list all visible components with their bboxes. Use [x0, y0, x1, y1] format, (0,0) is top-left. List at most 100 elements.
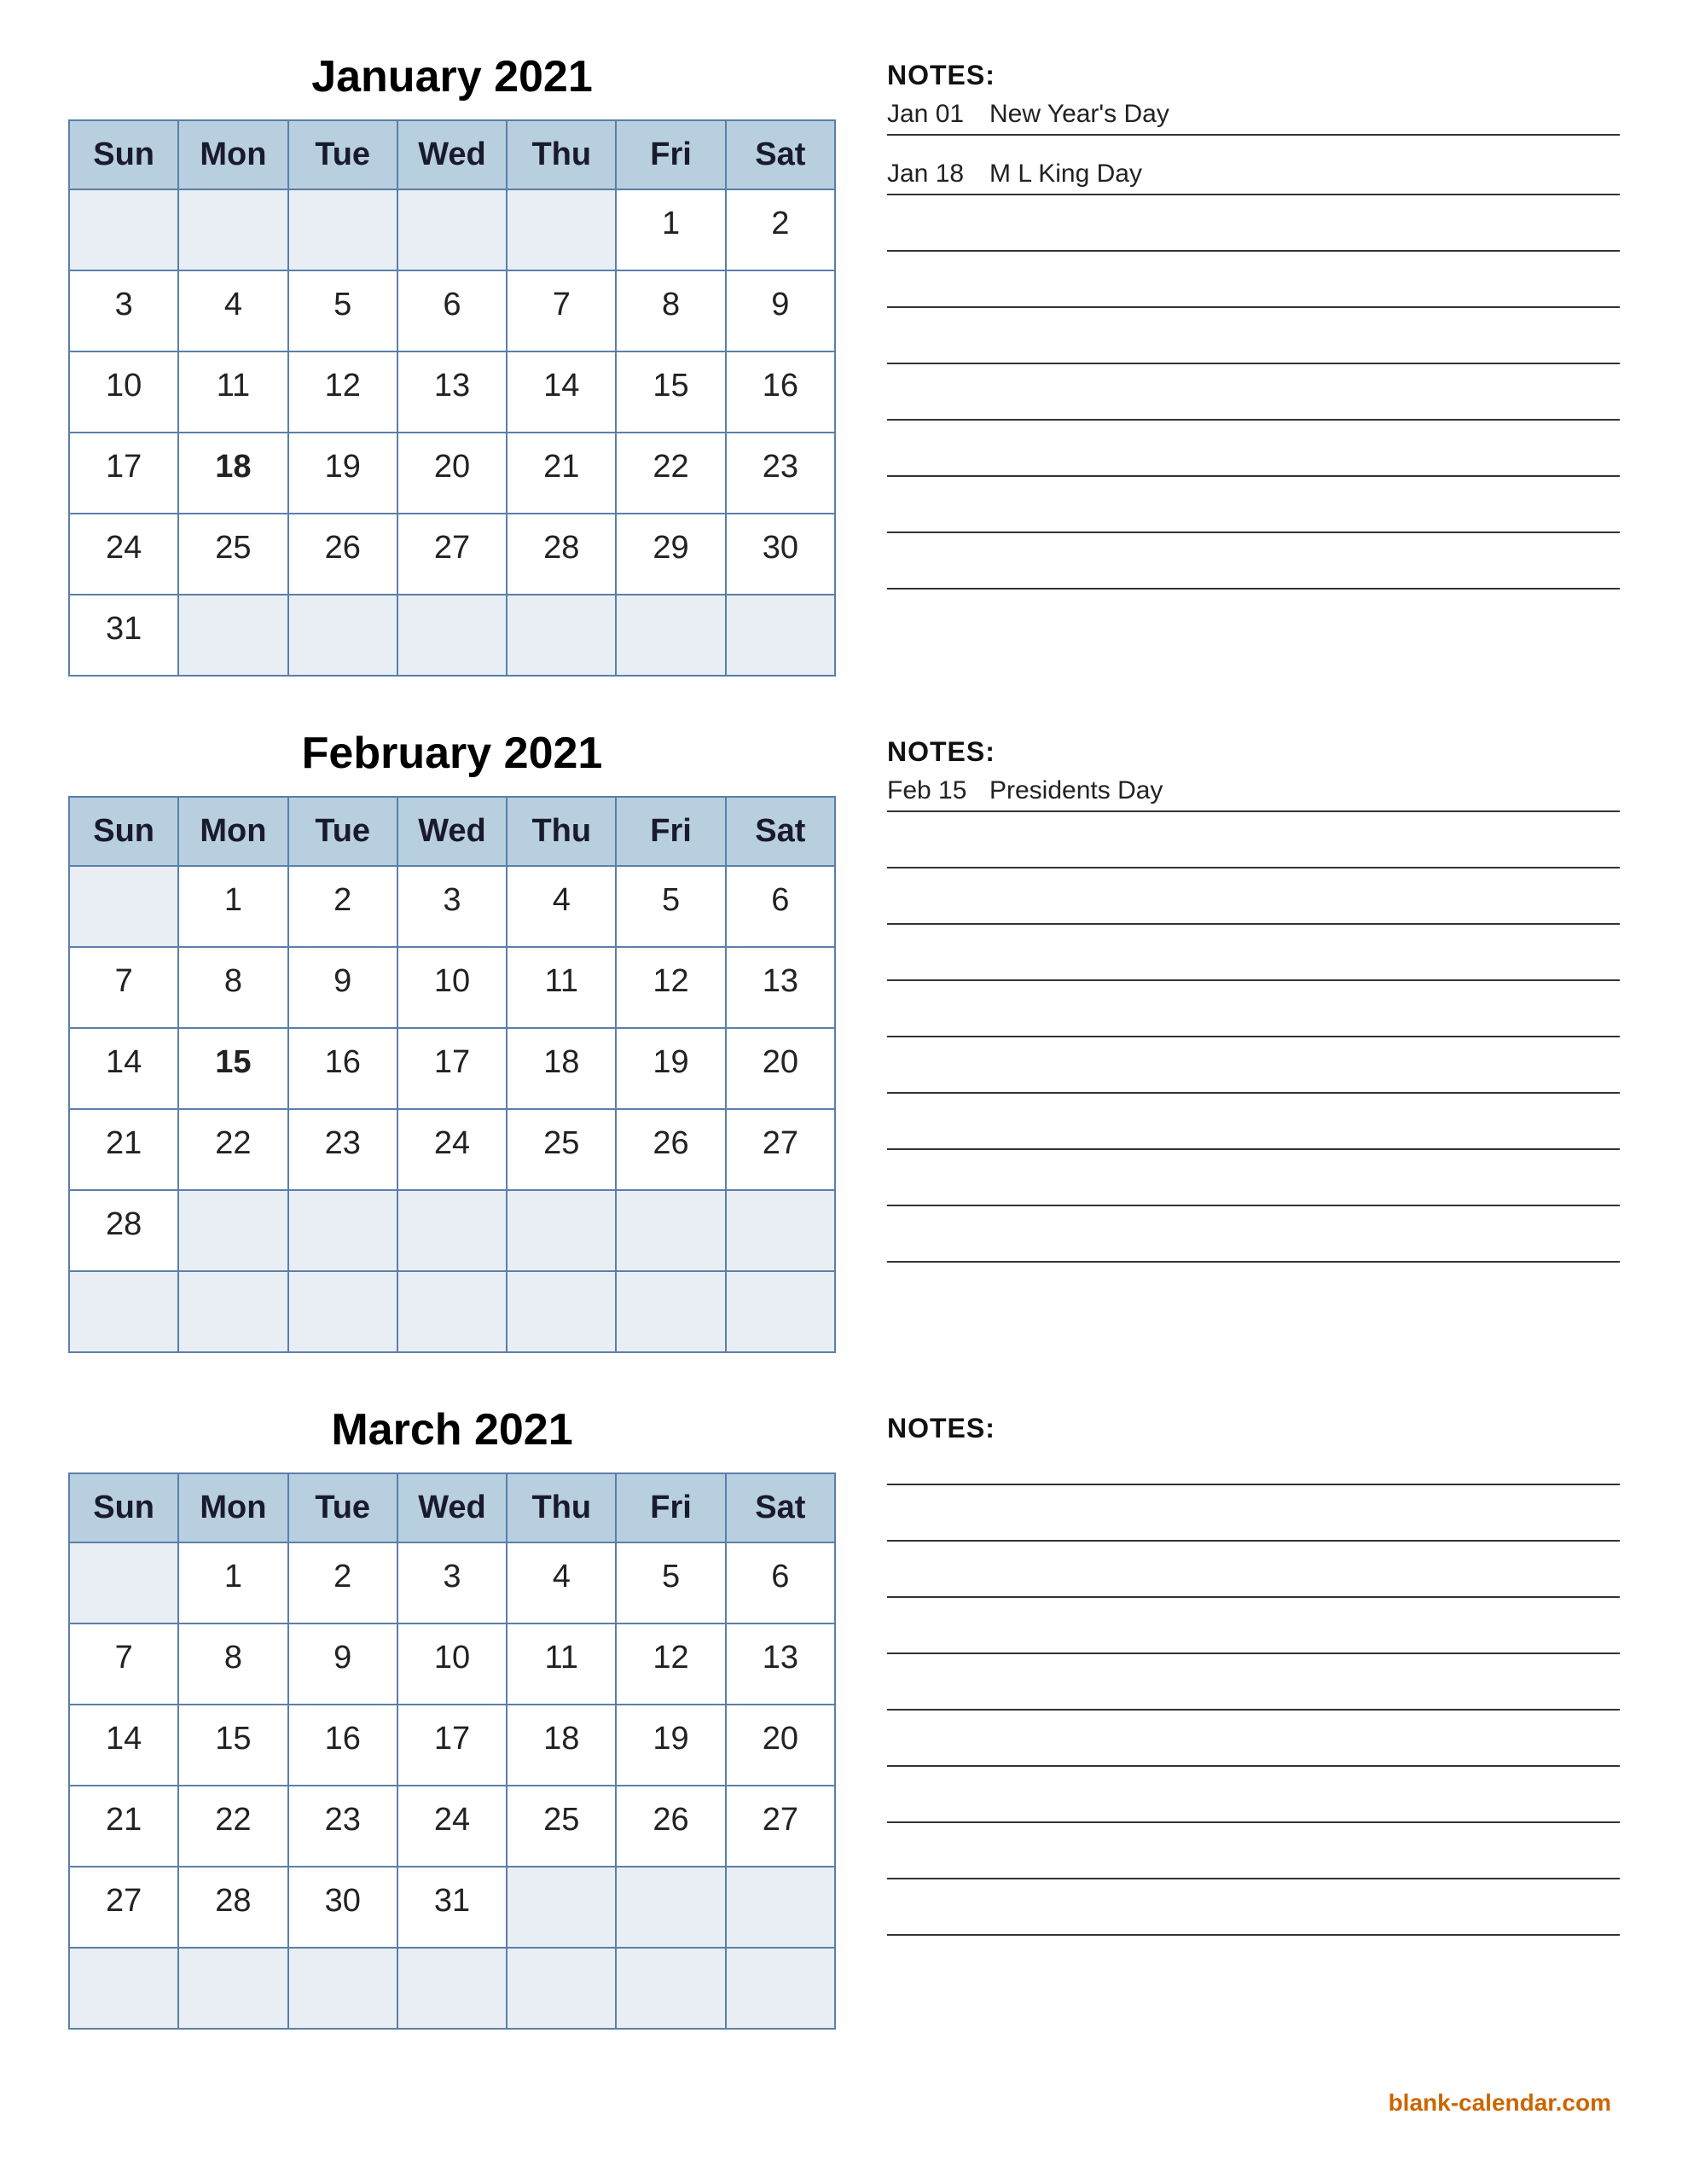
- day-cell: 31: [397, 1867, 507, 1948]
- day-cell: 7: [507, 270, 616, 351]
- note-event: M L King Day: [989, 160, 1142, 192]
- blank-note-line-2-6: [887, 1791, 1620, 1823]
- day-cell: 17: [69, 433, 178, 514]
- day-cell: 9: [288, 947, 397, 1028]
- day-cell: 30: [288, 1867, 397, 1948]
- day-cell: 20: [726, 1705, 835, 1786]
- day-cell: 25: [507, 1786, 616, 1867]
- month-title-0: January 2021: [68, 51, 836, 102]
- notes-block-2: NOTES:: [887, 1404, 1620, 1960]
- day-cell: 21: [69, 1786, 178, 1867]
- day-cell: 22: [178, 1109, 287, 1190]
- blank-note-line-2-4: [887, 1678, 1620, 1711]
- day-cell: 4: [507, 866, 616, 947]
- blank-note-line-1-5: [887, 1118, 1620, 1150]
- day-cell: 14: [507, 351, 616, 433]
- page-layout: January 2021SunMonTueWedThuFriSat1234567…: [68, 51, 1620, 2117]
- day-cell: 15: [616, 351, 725, 433]
- day-cell: 7: [69, 1623, 178, 1705]
- day-cell: [397, 595, 507, 676]
- header-fri: Fri: [616, 120, 725, 189]
- day-cell: 21: [69, 1109, 178, 1190]
- day-cell: 30: [726, 514, 835, 595]
- day-cell: 7: [69, 947, 178, 1028]
- note-event: Presidents Day: [989, 776, 1163, 809]
- day-cell: 8: [616, 270, 725, 351]
- day-cell: 9: [726, 270, 835, 351]
- day-cell: [288, 1190, 397, 1271]
- calendar-table-1: SunMonTueWedThuFriSat1234567891011121314…: [68, 796, 836, 1353]
- day-cell: 5: [616, 866, 725, 947]
- day-cell: 14: [69, 1705, 178, 1786]
- header-thu: Thu: [507, 797, 616, 866]
- month-section-0: January 2021SunMonTueWedThuFriSat1234567…: [68, 51, 1620, 677]
- header-thu: Thu: [507, 1473, 616, 1542]
- day-cell: 13: [726, 1623, 835, 1705]
- day-cell: [507, 595, 616, 676]
- blank-note-line-2-2: [887, 1565, 1620, 1598]
- day-cell: 12: [616, 947, 725, 1028]
- blank-note-line-2-8: [887, 1903, 1620, 1936]
- day-cell: 16: [726, 351, 835, 433]
- day-cell: 27: [397, 514, 507, 595]
- day-cell: 27: [69, 1867, 178, 1948]
- day-cell: [69, 1542, 178, 1623]
- day-cell: 20: [397, 433, 507, 514]
- header-sat: Sat: [726, 120, 835, 189]
- day-cell: 9: [288, 1623, 397, 1705]
- day-cell: [616, 1190, 725, 1271]
- day-cell: 10: [69, 351, 178, 433]
- day-cell: 6: [726, 866, 835, 947]
- calendar-table-2: SunMonTueWedThuFriSat1234567891011121314…: [68, 1472, 836, 2030]
- blank-note-line-0-0: [887, 219, 1620, 252]
- day-cell: [288, 1271, 397, 1352]
- day-cell: 2: [288, 866, 397, 947]
- day-cell: 13: [397, 351, 507, 433]
- day-cell: 11: [507, 1623, 616, 1705]
- blank-note-line-0-3: [887, 388, 1620, 421]
- day-cell: [507, 189, 616, 270]
- day-cell: 17: [397, 1028, 507, 1109]
- day-cell: 2: [288, 1542, 397, 1623]
- header-sun: Sun: [69, 120, 178, 189]
- day-cell: 11: [178, 351, 287, 433]
- blank-note-line-2-3: [887, 1622, 1620, 1654]
- day-cell: [507, 1271, 616, 1352]
- day-cell: [69, 189, 178, 270]
- day-cell: 13: [726, 947, 835, 1028]
- day-cell: 22: [616, 433, 725, 514]
- footer: blank-calendar.com: [68, 2089, 1620, 2117]
- day-cell: [726, 1190, 835, 1271]
- day-cell: 1: [178, 1542, 287, 1623]
- day-cell: 18: [178, 433, 287, 514]
- note-event: New Year's Day: [989, 100, 1169, 132]
- blank-note-line-0-5: [887, 501, 1620, 533]
- blank-note-line-1-2: [887, 949, 1620, 981]
- day-cell: 10: [397, 1623, 507, 1705]
- blank-note-line-1-1: [887, 892, 1620, 925]
- day-cell: 15: [178, 1705, 287, 1786]
- day-cell: 16: [288, 1705, 397, 1786]
- day-cell: [178, 189, 287, 270]
- blank-note-line-0-2: [887, 332, 1620, 364]
- day-cell: 23: [288, 1109, 397, 1190]
- day-cell: 12: [616, 1623, 725, 1705]
- header-mon: Mon: [178, 797, 287, 866]
- header-sun: Sun: [69, 797, 178, 866]
- day-cell: 20: [726, 1028, 835, 1109]
- note-date: Jan 18: [887, 160, 989, 192]
- day-cell: [288, 595, 397, 676]
- day-cell: 5: [288, 270, 397, 351]
- header-sun: Sun: [69, 1473, 178, 1542]
- day-cell: 15: [178, 1028, 287, 1109]
- blank-note-line-1-4: [887, 1061, 1620, 1094]
- day-cell: 26: [616, 1786, 725, 1867]
- notes-label-0: NOTES:: [887, 60, 1620, 91]
- day-cell: 22: [178, 1786, 287, 1867]
- blank-note-line-2-7: [887, 1847, 1620, 1879]
- day-cell: [616, 595, 725, 676]
- day-cell: [616, 1867, 725, 1948]
- month-section-1: February 2021SunMonTueWedThuFriSat123456…: [68, 728, 1620, 1353]
- day-cell: 3: [69, 270, 178, 351]
- month-title-2: March 2021: [68, 1404, 836, 1455]
